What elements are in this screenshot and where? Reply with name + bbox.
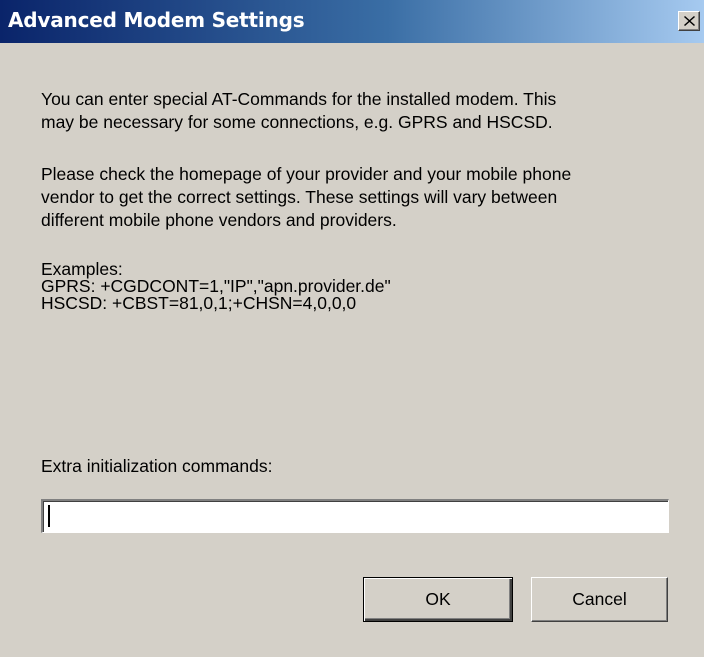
advice-line-3: different mobile phone vendors and provi…	[41, 210, 397, 230]
advice-text: Please check the homepage of your provid…	[41, 163, 571, 232]
intro-line-1: You can enter special AT-Commands for th…	[41, 89, 557, 109]
close-icon	[684, 16, 695, 26]
intro-line-2: may be necessary for some connections, e…	[41, 112, 553, 132]
init-commands-label: Extra initialization commands:	[41, 456, 273, 476]
cancel-button[interactable]: Cancel	[531, 577, 668, 622]
title-bar[interactable]: Advanced Modem Settings	[0, 0, 704, 43]
text-caret	[48, 505, 50, 527]
intro-text: You can enter special AT-Commands for th…	[41, 88, 556, 134]
close-button[interactable]	[678, 11, 700, 31]
window-title: Advanced Modem Settings	[8, 8, 305, 32]
advice-line-2: vendor to get the correct settings. Thes…	[41, 187, 558, 207]
examples-block: Examples: GPRS: +CGDCONT=1,"IP","apn.pro…	[41, 260, 391, 313]
ok-button[interactable]: OK	[363, 577, 513, 622]
advanced-modem-settings-dialog: Advanced Modem Settings You can enter sp…	[0, 0, 704, 657]
init-commands-input[interactable]	[41, 499, 669, 533]
example-hscsd: HSCSD: +CBST=81,0,1;+CHSN=4,0,0,0	[41, 293, 357, 313]
advice-line-1: Please check the homepage of your provid…	[41, 164, 572, 184]
